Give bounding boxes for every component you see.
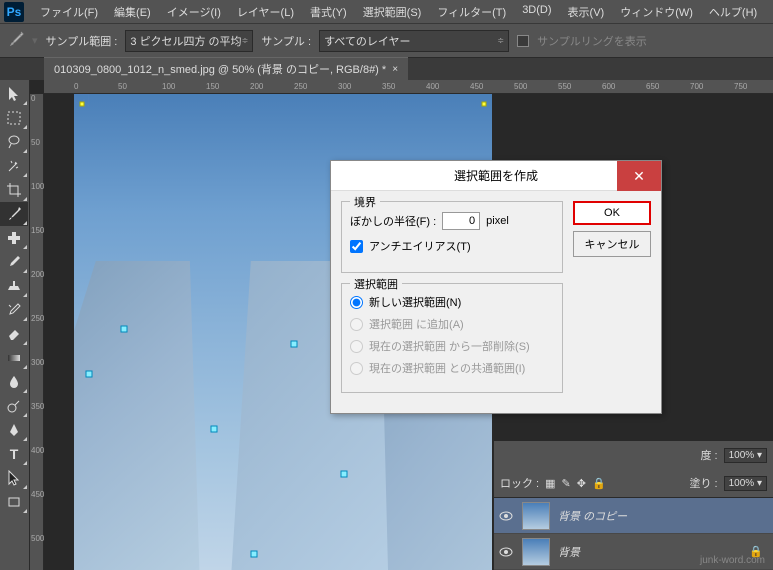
layer-name: 背景 のコピー [558,508,627,524]
opacity-value[interactable]: 100% ▾ [724,448,767,463]
ruler-horizontal: 0501001502002503003504004505005506006507… [44,80,773,94]
type-tool[interactable]: T [0,442,28,466]
radio-add-selection: 選択範囲 に追加(A) [350,316,554,332]
dialog-title-text: 選択範囲を作成 [454,167,538,184]
range-fieldset: 選択範囲 新しい選択範囲(N) 選択範囲 に追加(A) 現在の選択範囲 から一部… [341,283,563,393]
app-logo: Ps [4,2,24,22]
dodge-tool[interactable] [0,394,28,418]
ok-button[interactable]: OK [573,201,651,225]
feather-unit: pixel [486,215,509,227]
eraser-tool[interactable] [0,322,28,346]
boundary-legend: 境界 [350,194,380,210]
menu-item[interactable]: ウィンドウ(W) [612,1,701,23]
radio-subtract-selection: 現在の選択範囲 から一部削除(S) [350,338,554,354]
menu-item[interactable]: フィルター(T) [429,1,514,23]
crop-tool[interactable] [0,178,28,202]
fill-value[interactable]: 100% ▾ [724,476,767,491]
feather-label: ぼかしの半径(F) : [350,213,436,229]
move-tool[interactable] [0,82,28,106]
radio-new-selection[interactable]: 新しい選択範囲(N) [350,294,554,310]
tab-title: 010309_0800_1012_n_smed.jpg @ 50% (背景 のコ… [54,61,386,77]
sample-range-label: サンプル範囲 : [46,33,118,49]
healing-brush-tool[interactable] [0,226,28,250]
sample-select[interactable]: すべてのレイヤー≑ [319,30,509,52]
lock-position-icon[interactable]: ✥ [577,477,586,490]
menu-item[interactable]: 3D(D) [514,1,559,23]
menu-item[interactable]: 表示(V) [560,1,613,23]
rectangle-tool[interactable] [0,490,28,514]
marquee-tool[interactable] [0,106,28,130]
eyedropper-tool[interactable] [0,202,28,226]
pen-tool[interactable] [0,418,28,442]
lock-label: ロック : [500,475,539,491]
layer-thumb [522,538,550,566]
lock-paint-icon[interactable]: ✎ [562,477,571,490]
sample-ring-checkbox[interactable] [517,35,529,47]
lasso-tool[interactable] [0,130,28,154]
close-tab-icon[interactable]: × [392,64,398,75]
feather-input[interactable] [442,212,480,230]
make-selection-dialog: 選択範囲を作成 ✕ 境界 ぼかしの半径(F) : pixel アンチエイリアス(… [330,160,662,414]
ruler-vertical: 050100150200250300350400450500 [30,94,44,570]
gradient-tool[interactable] [0,346,28,370]
cancel-button[interactable]: キャンセル [573,231,651,257]
menu-item[interactable]: 書式(Y) [302,1,355,23]
radio-intersect-selection: 現在の選択範囲 との共通範囲(I) [350,360,554,376]
layer-row[interactable]: 背景 のコピー [494,498,773,534]
range-legend: 選択範囲 [350,276,402,292]
watermark: junk-word.com [700,555,765,566]
visibility-icon[interactable] [498,508,514,524]
opacity-label: 度 : [700,447,717,463]
visibility-icon[interactable] [498,544,514,560]
document-tabbar: 010309_0800_1012_n_smed.jpg @ 50% (背景 のコ… [0,58,773,80]
lock-transparency-icon[interactable]: ▦ [545,477,555,490]
antialias-checkbox[interactable] [350,240,363,253]
dialog-titlebar: 選択範囲を作成 ✕ [331,161,661,191]
toolbox: T [0,80,30,570]
menu-item[interactable]: ヘルプ(H) [701,1,765,23]
magic-wand-tool[interactable] [0,154,28,178]
menubar: Ps ファイル(F)編集(E)イメージ(I)レイヤー(L)書式(Y)選択範囲(S… [0,0,773,24]
boundary-fieldset: 境界 ぼかしの半径(F) : pixel アンチエイリアス(T) [341,201,563,273]
history-brush-tool[interactable] [0,298,28,322]
sample-ring-label: サンプルリングを表示 [537,33,647,49]
right-panels: 度 : 100% ▾ ロック : ▦ ✎ ✥ 🔒 塗り : 100% ▾ 背景 … [493,441,773,570]
menu-item[interactable]: レイヤー(L) [229,1,302,23]
layer-name: 背景 [558,544,580,560]
path-select-tool[interactable] [0,466,28,490]
document-tab[interactable]: 010309_0800_1012_n_smed.jpg @ 50% (背景 のコ… [44,57,408,80]
clone-stamp-tool[interactable] [0,274,28,298]
options-bar: ▾ サンプル範囲 : 3 ピクセル四方 の平均≑ サンプル : すべてのレイヤー… [0,24,773,58]
close-icon[interactable]: ✕ [617,161,661,191]
sample-range-select[interactable]: 3 ピクセル四方 の平均≑ [125,30,253,52]
menu-item[interactable]: 選択範囲(S) [355,1,430,23]
layer-thumb [522,502,550,530]
sample-label: サンプル : [261,33,311,49]
lock-all-icon[interactable]: 🔒 [592,477,606,490]
eyedropper-icon [8,31,24,50]
menu-item[interactable]: ファイル(F) [32,1,106,23]
blur-tool[interactable] [0,370,28,394]
menu-item[interactable]: イメージ(I) [159,1,229,23]
brush-tool[interactable] [0,250,28,274]
fill-label: 塗り : [689,475,717,491]
menu-item[interactable]: 編集(E) [106,1,159,23]
antialias-label: アンチエイリアス(T) [369,238,471,254]
